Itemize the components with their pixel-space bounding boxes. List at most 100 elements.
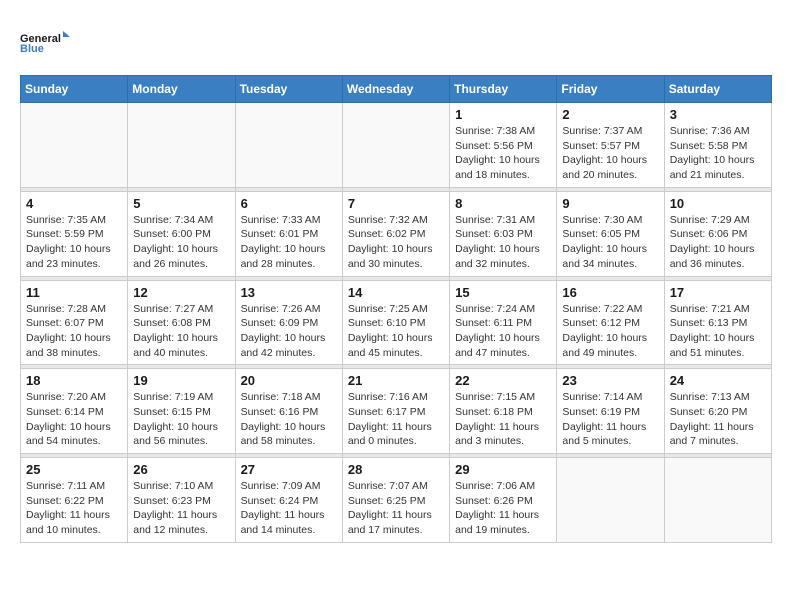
calendar-header-wednesday: Wednesday [342,76,449,103]
day-info: Sunrise: 7:22 AMSunset: 6:12 PMDaylight:… [562,302,658,361]
calendar-day [342,103,449,188]
day-info: Sunrise: 7:07 AMSunset: 6:25 PMDaylight:… [348,479,444,538]
calendar-header-row: SundayMondayTuesdayWednesdayThursdayFrid… [21,76,772,103]
calendar-day [557,458,664,543]
calendar-header-sunday: Sunday [21,76,128,103]
calendar-day: 4 Sunrise: 7:35 AMSunset: 5:59 PMDaylight… [21,191,128,276]
day-info: Sunrise: 7:10 AMSunset: 6:23 PMDaylight:… [133,479,229,538]
calendar-day: 7 Sunrise: 7:32 AMSunset: 6:02 PMDaylight… [342,191,449,276]
day-info: Sunrise: 7:18 AMSunset: 6:16 PMDaylight:… [241,390,337,449]
day-number: 10 [670,196,766,211]
day-info: Sunrise: 7:30 AMSunset: 6:05 PMDaylight:… [562,213,658,272]
calendar-day: 19 Sunrise: 7:19 AMSunset: 6:15 PMDayligh… [128,369,235,454]
day-number: 9 [562,196,658,211]
calendar-day [21,103,128,188]
calendar-day [664,458,771,543]
day-info: Sunrise: 7:38 AMSunset: 5:56 PMDaylight:… [455,124,551,183]
calendar-header-friday: Friday [557,76,664,103]
calendar-day: 14 Sunrise: 7:25 AMSunset: 6:10 PMDayligh… [342,280,449,365]
calendar-day: 3Sunrise: 7:36 AMSunset: 5:58 PMDaylight… [664,103,771,188]
calendar-day: 8 Sunrise: 7:31 AMSunset: 6:03 PMDaylight… [450,191,557,276]
day-number: 11 [26,285,122,300]
day-number: 4 [26,196,122,211]
day-number: 24 [670,373,766,388]
day-info: Sunrise: 7:33 AMSunset: 6:01 PMDaylight:… [241,213,337,272]
calendar-day: 13 Sunrise: 7:26 AMSunset: 6:09 PMDayligh… [235,280,342,365]
day-number: 1 [455,107,551,122]
logo-svg: General Blue [20,20,75,65]
calendar-day: 21 Sunrise: 7:16 AMSunset: 6:17 PMDayligh… [342,369,449,454]
day-info: Sunrise: 7:11 AMSunset: 6:22 PMDaylight:… [26,479,122,538]
day-number: 6 [241,196,337,211]
calendar-day [128,103,235,188]
day-info: Sunrise: 7:31 AMSunset: 6:03 PMDaylight:… [455,213,551,272]
day-number: 15 [455,285,551,300]
calendar-day: 17 Sunrise: 7:21 AMSunset: 6:13 PMDayligh… [664,280,771,365]
calendar-week-2: 4 Sunrise: 7:35 AMSunset: 5:59 PMDaylight… [21,191,772,276]
calendar-day: 10 Sunrise: 7:29 AMSunset: 6:06 PMDayligh… [664,191,771,276]
day-info: Sunrise: 7:36 AMSunset: 5:58 PMDaylight:… [670,124,766,183]
day-number: 25 [26,462,122,477]
day-number: 17 [670,285,766,300]
calendar-day: 23Sunrise: 7:14 AMSunset: 6:19 PMDayligh… [557,369,664,454]
day-number: 14 [348,285,444,300]
day-info: Sunrise: 7:13 AMSunset: 6:20 PMDaylight:… [670,390,766,449]
day-number: 16 [562,285,658,300]
calendar-day: 16 Sunrise: 7:22 AMSunset: 6:12 PMDayligh… [557,280,664,365]
day-info: Sunrise: 7:26 AMSunset: 6:09 PMDaylight:… [241,302,337,361]
svg-text:Blue: Blue [20,43,44,55]
day-info: Sunrise: 7:34 AMSunset: 6:00 PMDaylight:… [133,213,229,272]
calendar-day: 24 Sunrise: 7:13 AMSunset: 6:20 PMDayligh… [664,369,771,454]
calendar-day: 27 Sunrise: 7:09 AMSunset: 6:24 PMDayligh… [235,458,342,543]
day-info: Sunrise: 7:35 AMSunset: 5:59 PMDaylight:… [26,213,122,272]
calendar-day: 22Sunrise: 7:15 AMSunset: 6:18 PMDayligh… [450,369,557,454]
calendar-day: 28 Sunrise: 7:07 AMSunset: 6:25 PMDayligh… [342,458,449,543]
day-number: 22 [455,373,551,388]
calendar-week-1: 1 Sunrise: 7:38 AMSunset: 5:56 PMDaylight… [21,103,772,188]
calendar-week-5: 25 Sunrise: 7:11 AMSunset: 6:22 PMDayligh… [21,458,772,543]
calendar-day: 12Sunrise: 7:27 AMSunset: 6:08 PMDayligh… [128,280,235,365]
calendar-header-tuesday: Tuesday [235,76,342,103]
day-number: 12 [133,285,229,300]
day-number: 2 [562,107,658,122]
day-info: Sunrise: 7:19 AMSunset: 6:15 PMDaylight:… [133,390,229,449]
day-number: 26 [133,462,229,477]
calendar-header-saturday: Saturday [664,76,771,103]
day-info: Sunrise: 7:32 AMSunset: 6:02 PMDaylight:… [348,213,444,272]
calendar-header-thursday: Thursday [450,76,557,103]
day-number: 8 [455,196,551,211]
calendar-day: 26 Sunrise: 7:10 AMSunset: 6:23 PMDayligh… [128,458,235,543]
day-info: Sunrise: 7:09 AMSunset: 6:24 PMDaylight:… [241,479,337,538]
day-number: 27 [241,462,337,477]
calendar-day: 1 Sunrise: 7:38 AMSunset: 5:56 PMDaylight… [450,103,557,188]
day-info: Sunrise: 7:25 AMSunset: 6:10 PMDaylight:… [348,302,444,361]
day-info: Sunrise: 7:29 AMSunset: 6:06 PMDaylight:… [670,213,766,272]
day-info: Sunrise: 7:16 AMSunset: 6:17 PMDaylight:… [348,390,444,449]
day-number: 20 [241,373,337,388]
day-number: 18 [26,373,122,388]
calendar-day: 5 Sunrise: 7:34 AMSunset: 6:00 PMDaylight… [128,191,235,276]
day-number: 28 [348,462,444,477]
calendar-day: 15Sunrise: 7:24 AMSunset: 6:11 PMDayligh… [450,280,557,365]
day-info: Sunrise: 7:21 AMSunset: 6:13 PMDaylight:… [670,302,766,361]
day-number: 19 [133,373,229,388]
calendar-day: 11 Sunrise: 7:28 AMSunset: 6:07 PMDayligh… [21,280,128,365]
day-number: 23 [562,373,658,388]
day-number: 13 [241,285,337,300]
day-info: Sunrise: 7:37 AMSunset: 5:57 PMDaylight:… [562,124,658,183]
day-info: Sunrise: 7:28 AMSunset: 6:07 PMDaylight:… [26,302,122,361]
calendar-table: SundayMondayTuesdayWednesdayThursdayFrid… [20,75,772,543]
calendar-day: 25 Sunrise: 7:11 AMSunset: 6:22 PMDayligh… [21,458,128,543]
day-number: 7 [348,196,444,211]
day-info: Sunrise: 7:06 AMSunset: 6:26 PMDaylight:… [455,479,551,538]
calendar-day: 20 Sunrise: 7:18 AMSunset: 6:16 PMDayligh… [235,369,342,454]
day-number: 21 [348,373,444,388]
day-number: 5 [133,196,229,211]
day-info: Sunrise: 7:20 AMSunset: 6:14 PMDaylight:… [26,390,122,449]
calendar-day [235,103,342,188]
day-number: 29 [455,462,551,477]
calendar-day: 18 Sunrise: 7:20 AMSunset: 6:14 PMDayligh… [21,369,128,454]
calendar-day: 2 Sunrise: 7:37 AMSunset: 5:57 PMDaylight… [557,103,664,188]
calendar-week-4: 18 Sunrise: 7:20 AMSunset: 6:14 PMDayligh… [21,369,772,454]
page-header: General Blue [20,20,772,65]
